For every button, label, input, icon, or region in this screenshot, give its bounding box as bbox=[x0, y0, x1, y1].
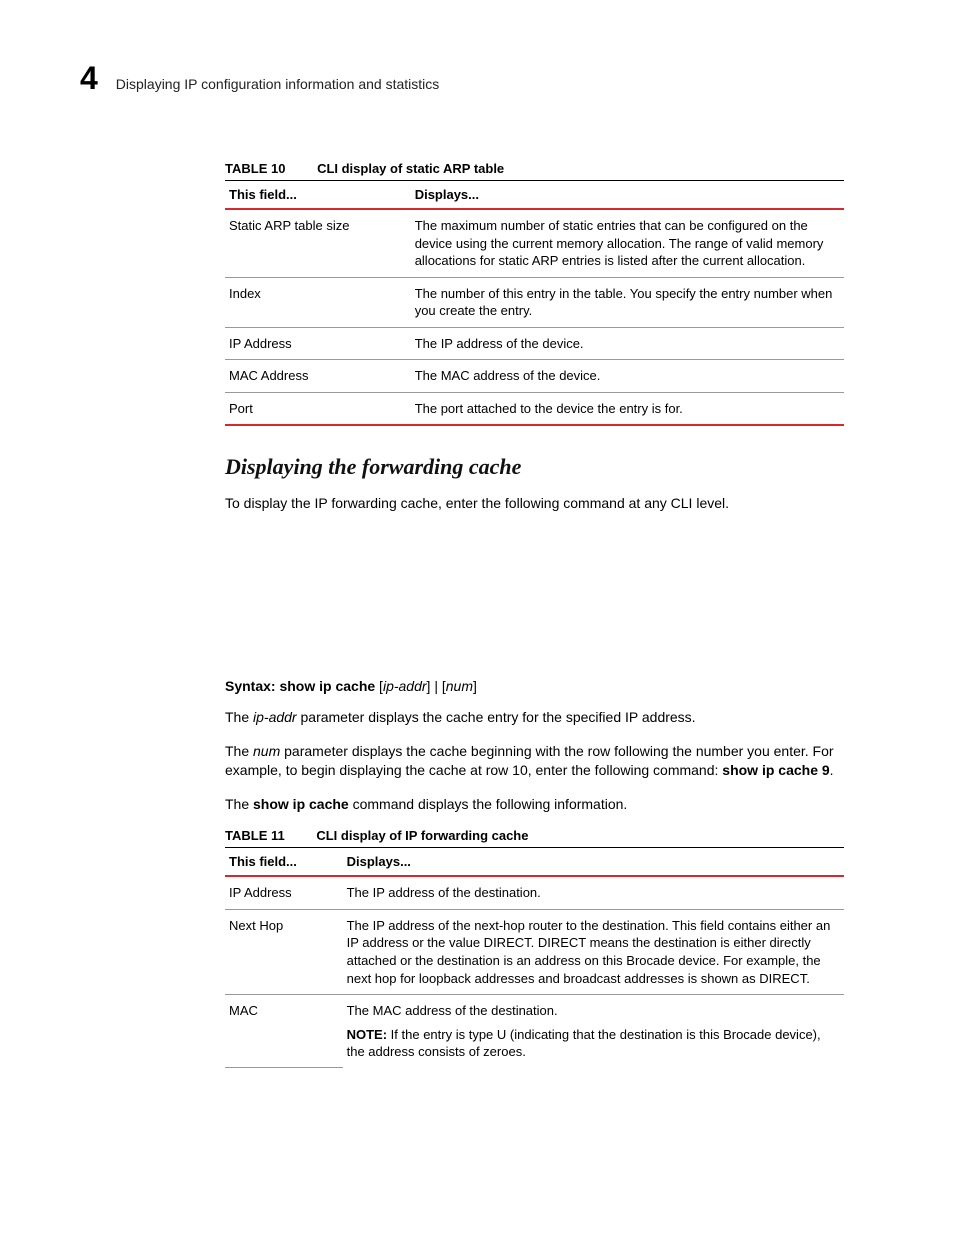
syntax-prefix: Syntax: bbox=[225, 678, 279, 694]
table11-title: CLI display of IP forwarding cache bbox=[316, 828, 528, 843]
para-num: The num parameter displays the cache beg… bbox=[225, 742, 844, 781]
table11-mac-d: The MAC address of the destination. NOTE… bbox=[343, 995, 844, 1068]
para-num-1: The bbox=[225, 743, 253, 759]
table-row: Next Hop The IP address of the next-hop … bbox=[225, 909, 844, 994]
page-container: 4 Displaying IP configuration informatio… bbox=[0, 0, 954, 1156]
para-ipaddr-1: The bbox=[225, 709, 253, 725]
table10-r0-d: The maximum number of static entries tha… bbox=[411, 209, 844, 277]
para-showip-1: The bbox=[225, 796, 253, 812]
table11-caption: TABLE 11 CLI display of IP forwarding ca… bbox=[225, 828, 844, 843]
table-row: IP Address The IP address of the device. bbox=[225, 327, 844, 360]
header-title: Displaying IP configuration information … bbox=[116, 76, 439, 92]
chapter-number: 4 bbox=[80, 60, 98, 97]
table10-r1-d: The number of this entry in the table. Y… bbox=[411, 277, 844, 327]
table10-label: TABLE 10 bbox=[225, 161, 285, 176]
syntax-arg2: num bbox=[446, 678, 473, 694]
table11-head-field: This field... bbox=[225, 848, 343, 877]
note-text: If the entry is type U (indicating that … bbox=[347, 1027, 821, 1060]
syntax-line: Syntax: show ip cache [ip-addr] | [num] bbox=[225, 678, 844, 694]
para-showip: The show ip cache command displays the f… bbox=[225, 795, 844, 815]
syntax-arg1: ip-addr bbox=[383, 678, 427, 694]
table10-r3-d: The MAC address of the device. bbox=[411, 360, 844, 393]
page-header: 4 Displaying IP configuration informatio… bbox=[80, 60, 844, 97]
para-showip-cmd: show ip cache bbox=[253, 796, 349, 812]
para-ipaddr: The ip-addr parameter displays the cache… bbox=[225, 708, 844, 728]
table11-mac-note: NOTE: If the entry is type U (indicating… bbox=[347, 1026, 836, 1061]
syntax-cmd: show ip cache bbox=[279, 678, 375, 694]
table-row: MAC The MAC address of the destination. … bbox=[225, 995, 844, 1068]
note-label: NOTE: bbox=[347, 1027, 391, 1042]
table10-r1-f: Index bbox=[225, 277, 411, 327]
table10-r3-f: MAC Address bbox=[225, 360, 411, 393]
para-num-cmd: show ip cache 9 bbox=[722, 762, 829, 778]
table10-caption: TABLE 10 CLI display of static ARP table bbox=[225, 161, 844, 176]
table10-head-displays: Displays... bbox=[411, 181, 844, 210]
syntax-open1: [ bbox=[375, 678, 383, 694]
table10-r0-f: Static ARP table size bbox=[225, 209, 411, 277]
content-area: TABLE 10 CLI display of static ARP table… bbox=[225, 161, 844, 1068]
table-row: Port The port attached to the device the… bbox=[225, 392, 844, 425]
syntax-close2: ] bbox=[473, 678, 477, 694]
table11-r0-f: IP Address bbox=[225, 876, 343, 909]
table11-label: TABLE 11 bbox=[225, 828, 285, 843]
table10-r4-d: The port attached to the device the entr… bbox=[411, 392, 844, 425]
table10-r2-d: The IP address of the device. bbox=[411, 327, 844, 360]
table11-r1-d: The IP address of the next-hop router to… bbox=[343, 909, 844, 994]
table10: This field... Displays... Static ARP tab… bbox=[225, 180, 844, 426]
para-showip-2: command displays the following informati… bbox=[349, 796, 628, 812]
table-row: Index The number of this entry in the ta… bbox=[225, 277, 844, 327]
table-row: MAC Address The MAC address of the devic… bbox=[225, 360, 844, 393]
table11-mac-main: The MAC address of the destination. bbox=[347, 1002, 836, 1020]
forwarding-cache-intro: To display the IP forwarding cache, ente… bbox=[225, 494, 844, 514]
para-num-em: num bbox=[253, 743, 280, 759]
para-ipaddr-2: parameter displays the cache entry for t… bbox=[297, 709, 696, 725]
table11-head-row: This field... Displays... bbox=[225, 848, 844, 877]
table11-mac-f: MAC bbox=[225, 995, 343, 1068]
section-heading-forwarding-cache: Displaying the forwarding cache bbox=[225, 454, 844, 480]
table10-head-row: This field... Displays... bbox=[225, 181, 844, 210]
table10-title: CLI display of static ARP table bbox=[317, 161, 504, 176]
cli-output-placeholder bbox=[225, 528, 844, 678]
table10-head-field: This field... bbox=[225, 181, 411, 210]
para-num-3: . bbox=[830, 762, 834, 778]
table-row: Static ARP table size The maximum number… bbox=[225, 209, 844, 277]
table10-r4-f: Port bbox=[225, 392, 411, 425]
table11-head-displays: Displays... bbox=[343, 848, 844, 877]
syntax-mid: ] | [ bbox=[427, 678, 446, 694]
table11-r0-d: The IP address of the destination. bbox=[343, 876, 844, 909]
table11-r1-f: Next Hop bbox=[225, 909, 343, 994]
table11: This field... Displays... IP Address The… bbox=[225, 847, 844, 1068]
para-ipaddr-em: ip-addr bbox=[253, 709, 297, 725]
table10-r2-f: IP Address bbox=[225, 327, 411, 360]
table-row: IP Address The IP address of the destina… bbox=[225, 876, 844, 909]
